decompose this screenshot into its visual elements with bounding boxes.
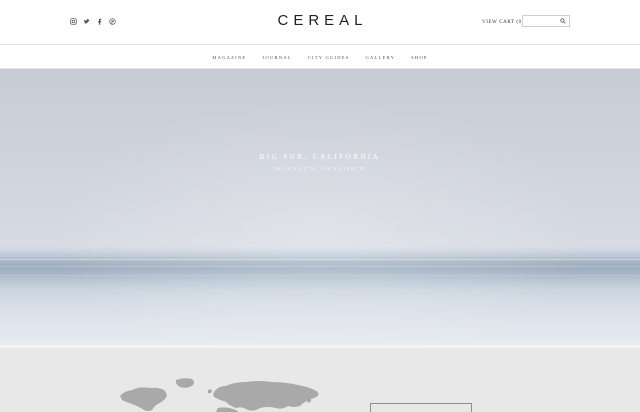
site-header: CEREAL VIEW CART (0)	[0, 0, 640, 45]
nav-item-journal[interactable]: JOURNAL	[254, 55, 299, 60]
hero-wave-line	[0, 275, 640, 276]
search-input[interactable]	[523, 23, 569, 33]
view-cart-link[interactable]: VIEW CART (0)	[482, 20, 524, 25]
hero-image: BIG SUR, CALIFORNIA 36°12'49.2"N, 121°44…	[0, 69, 640, 345]
nav-item-shop[interactable]: SHOP	[403, 55, 436, 60]
nav-item-magazine[interactable]: MAGAZINE	[204, 55, 254, 60]
search-box	[522, 15, 570, 33]
hero-wave-line	[0, 266, 640, 267]
search-icon[interactable]	[560, 18, 566, 24]
world-map-image	[120, 378, 319, 412]
hero-mist-overlay	[0, 69, 640, 345]
nav-item-city-guides[interactable]: CITY GUIDES	[300, 55, 358, 60]
map-section: CITY GUIDES	[0, 345, 640, 412]
main-nav: MAGAZINE JOURNAL CITY GUIDES GALLERY SHO…	[0, 46, 640, 69]
hero-coordinates: 36°12'49.2"N, 121°44'18.9"W	[274, 166, 366, 171]
city-guides-button[interactable]: CITY GUIDES	[370, 403, 472, 412]
nav-item-gallery[interactable]: GALLERY	[358, 55, 404, 60]
hero-title: BIG SUR, CALIFORNIA	[259, 153, 381, 161]
hero-wave-line	[0, 259, 640, 260]
